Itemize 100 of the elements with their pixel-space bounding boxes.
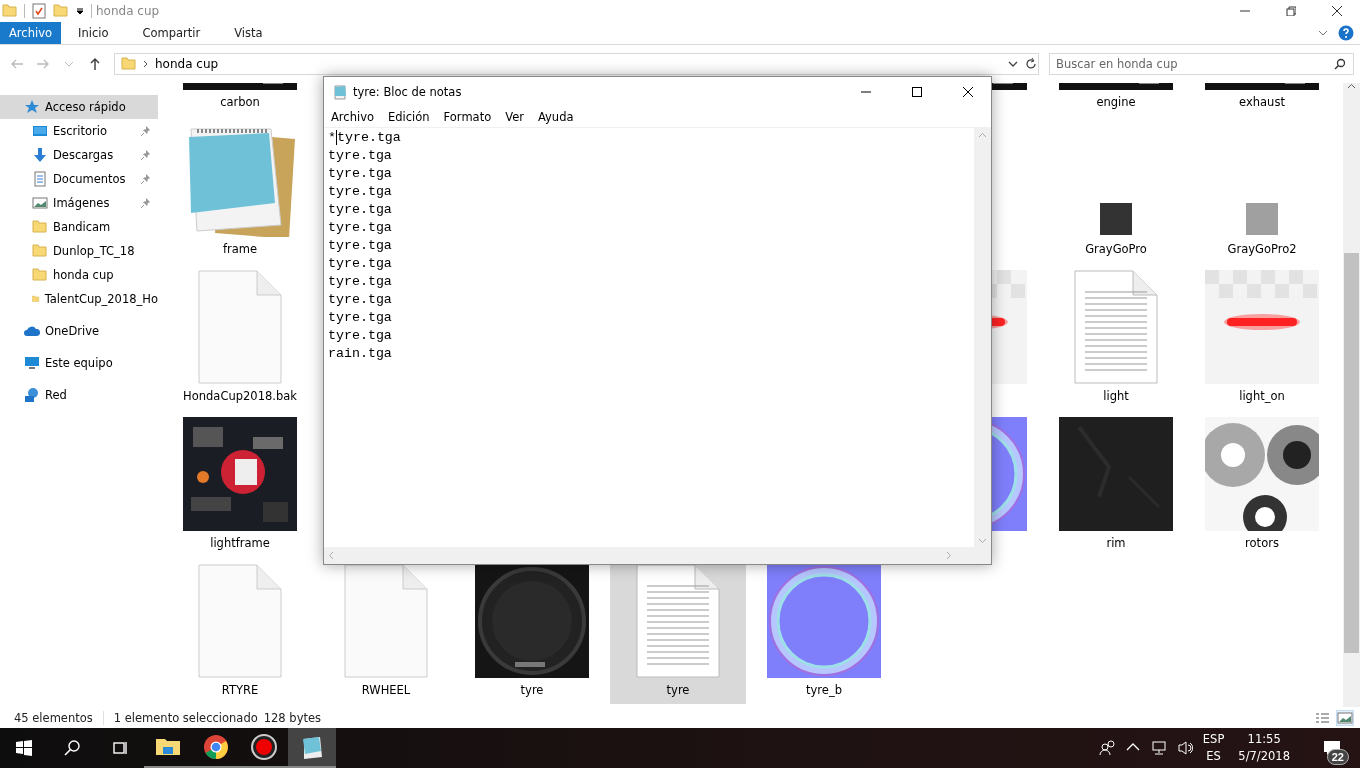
volume-icon[interactable] bbox=[1176, 739, 1193, 757]
selection-count: 1 elemento seleccionado bbox=[113, 710, 258, 725]
sidebar-item[interactable]: Red bbox=[0, 383, 158, 407]
refresh-icon[interactable] bbox=[1024, 57, 1038, 71]
file-item[interactable]: RWHEEL bbox=[318, 564, 454, 704]
scroll-thumb[interactable] bbox=[1344, 253, 1359, 653]
pin-icon bbox=[141, 125, 151, 137]
text-line: *tyre.tga bbox=[328, 129, 402, 147]
sidebar-item[interactable]: Imágenes bbox=[0, 191, 158, 215]
file-name: exhaust bbox=[1239, 95, 1285, 109]
file-item[interactable]: light_on bbox=[1194, 270, 1330, 410]
file-item[interactable]: frame bbox=[172, 123, 308, 263]
expand-ribbon-icon[interactable] bbox=[1318, 29, 1328, 37]
star-icon bbox=[24, 99, 40, 115]
search-field[interactable]: Buscar en honda cup bbox=[1049, 53, 1354, 75]
sidebar-item[interactable]: Acceso rápido bbox=[0, 95, 158, 119]
file-name: tyre bbox=[666, 683, 690, 697]
text-line: tyre.tga bbox=[328, 309, 393, 327]
ribbon-tab[interactable]: Compartir bbox=[125, 22, 218, 44]
text-line: tyre.tga bbox=[328, 255, 393, 273]
ribbon-tab[interactable]: Inicio bbox=[61, 22, 126, 44]
file-item[interactable]: light bbox=[1048, 270, 1184, 410]
ribbon-tab[interactable]: Vista bbox=[217, 22, 280, 44]
sidebar-item[interactable]: Bandicam bbox=[0, 215, 158, 239]
close-icon[interactable] bbox=[963, 87, 973, 97]
view-button[interactable] bbox=[1336, 709, 1354, 726]
item-count: 45 elementos bbox=[14, 710, 93, 725]
file-item[interactable]: HondaCup2018.bak bbox=[172, 270, 308, 410]
clock-time[interactable]: 11:55 bbox=[1247, 731, 1281, 748]
help-icon[interactable] bbox=[1338, 25, 1354, 41]
notifications-button[interactable]: 22 bbox=[1312, 728, 1352, 768]
file-name: frame bbox=[222, 242, 258, 256]
record-icon bbox=[250, 733, 278, 761]
file-menu-button[interactable]: Archivo bbox=[0, 22, 61, 44]
file-item[interactable]: tyre bbox=[610, 564, 746, 704]
input-language[interactable]: ESP bbox=[1202, 731, 1225, 748]
notification-count: 22 bbox=[1326, 749, 1349, 765]
sidebar-item[interactable]: Escritorio bbox=[0, 119, 158, 143]
menu-item[interactable]: Ver bbox=[498, 110, 531, 124]
pin-icon bbox=[141, 149, 151, 161]
address-bar[interactable]: honda cup bbox=[114, 53, 1039, 75]
taskbar-app[interactable] bbox=[288, 728, 336, 768]
task-view-icon[interactable] bbox=[112, 740, 128, 756]
sidebar-item[interactable]: Descargas bbox=[0, 143, 158, 167]
scroll-up-icon[interactable] bbox=[1347, 83, 1356, 89]
file-item[interactable]: rim bbox=[1048, 417, 1184, 557]
file-size: 128 bytes bbox=[263, 710, 322, 725]
pin-icon bbox=[141, 173, 151, 185]
file-item[interactable]: lightframe bbox=[172, 417, 308, 557]
menu-item[interactable]: Archivo bbox=[324, 110, 381, 124]
search-icon[interactable] bbox=[64, 740, 80, 756]
image-icon bbox=[32, 195, 48, 211]
file-item[interactable]: tyre bbox=[464, 564, 600, 704]
computer-icon bbox=[24, 355, 40, 371]
dropdown-icon[interactable] bbox=[1008, 60, 1018, 68]
notepad-icon bbox=[332, 84, 348, 100]
text-line: tyre.tga bbox=[328, 165, 393, 183]
properties-icon[interactable] bbox=[31, 3, 47, 19]
file-item[interactable]: exhaust bbox=[1194, 83, 1330, 116]
sidebar-item[interactable]: Documentos bbox=[0, 167, 158, 191]
file-item[interactable]: engine bbox=[1048, 83, 1184, 116]
search-icon[interactable] bbox=[1334, 58, 1346, 70]
file-item[interactable]: carbon bbox=[172, 83, 308, 116]
file-item[interactable]: GrayGoPro bbox=[1048, 123, 1184, 263]
folder-icon bbox=[32, 267, 48, 283]
keyboard-layout[interactable]: ES bbox=[1206, 748, 1221, 765]
document-icon bbox=[32, 171, 48, 187]
file-name: RTYRE bbox=[221, 683, 259, 697]
sidebar-item[interactable]: OneDrive bbox=[0, 319, 158, 343]
folder-icon bbox=[121, 56, 137, 72]
scrollbar[interactable] bbox=[1343, 83, 1360, 707]
text-line: tyre.tga bbox=[328, 273, 393, 291]
chevron-icon bbox=[143, 60, 149, 68]
windows-logo-icon[interactable] bbox=[16, 740, 32, 756]
menu-item[interactable]: Edición bbox=[381, 110, 437, 124]
sidebar-item[interactable]: Este equipo bbox=[0, 351, 158, 375]
network-icon bbox=[24, 387, 40, 403]
file-item[interactable]: tyre_b bbox=[756, 564, 892, 704]
text-line: rain.tga bbox=[328, 345, 393, 363]
file-name: rim bbox=[1106, 536, 1126, 550]
restore-icon[interactable] bbox=[1286, 6, 1296, 16]
people-icon[interactable] bbox=[1098, 739, 1115, 757]
file-name: GrayGoPro2 bbox=[1227, 242, 1297, 256]
clock-date[interactable]: 5/7/2018 bbox=[1238, 748, 1290, 765]
file-item[interactable]: rotors bbox=[1194, 417, 1330, 557]
menu-item[interactable]: Ayuda bbox=[530, 110, 581, 124]
file-name: RWHEEL bbox=[361, 683, 411, 697]
file-name: lightframe bbox=[210, 536, 270, 550]
maximize-icon[interactable] bbox=[912, 87, 922, 97]
dropdown-icon[interactable] bbox=[75, 6, 85, 16]
network-icon[interactable] bbox=[1150, 739, 1167, 757]
sidebar-item[interactable]: honda cup bbox=[0, 263, 158, 287]
file-item[interactable]: GrayGoPro2 bbox=[1194, 123, 1330, 263]
file-item[interactable]: RTYRE bbox=[172, 564, 308, 704]
file-name: carbon bbox=[220, 95, 260, 109]
sidebar-item[interactable]: Dunlop_TC_18 bbox=[0, 239, 158, 263]
text-line: tyre.tga bbox=[328, 183, 393, 201]
menu-item[interactable]: Formato bbox=[436, 110, 499, 124]
sidebar-item[interactable]: TalentCup_2018_Ho bbox=[0, 287, 158, 311]
close-icon[interactable] bbox=[1332, 6, 1342, 16]
